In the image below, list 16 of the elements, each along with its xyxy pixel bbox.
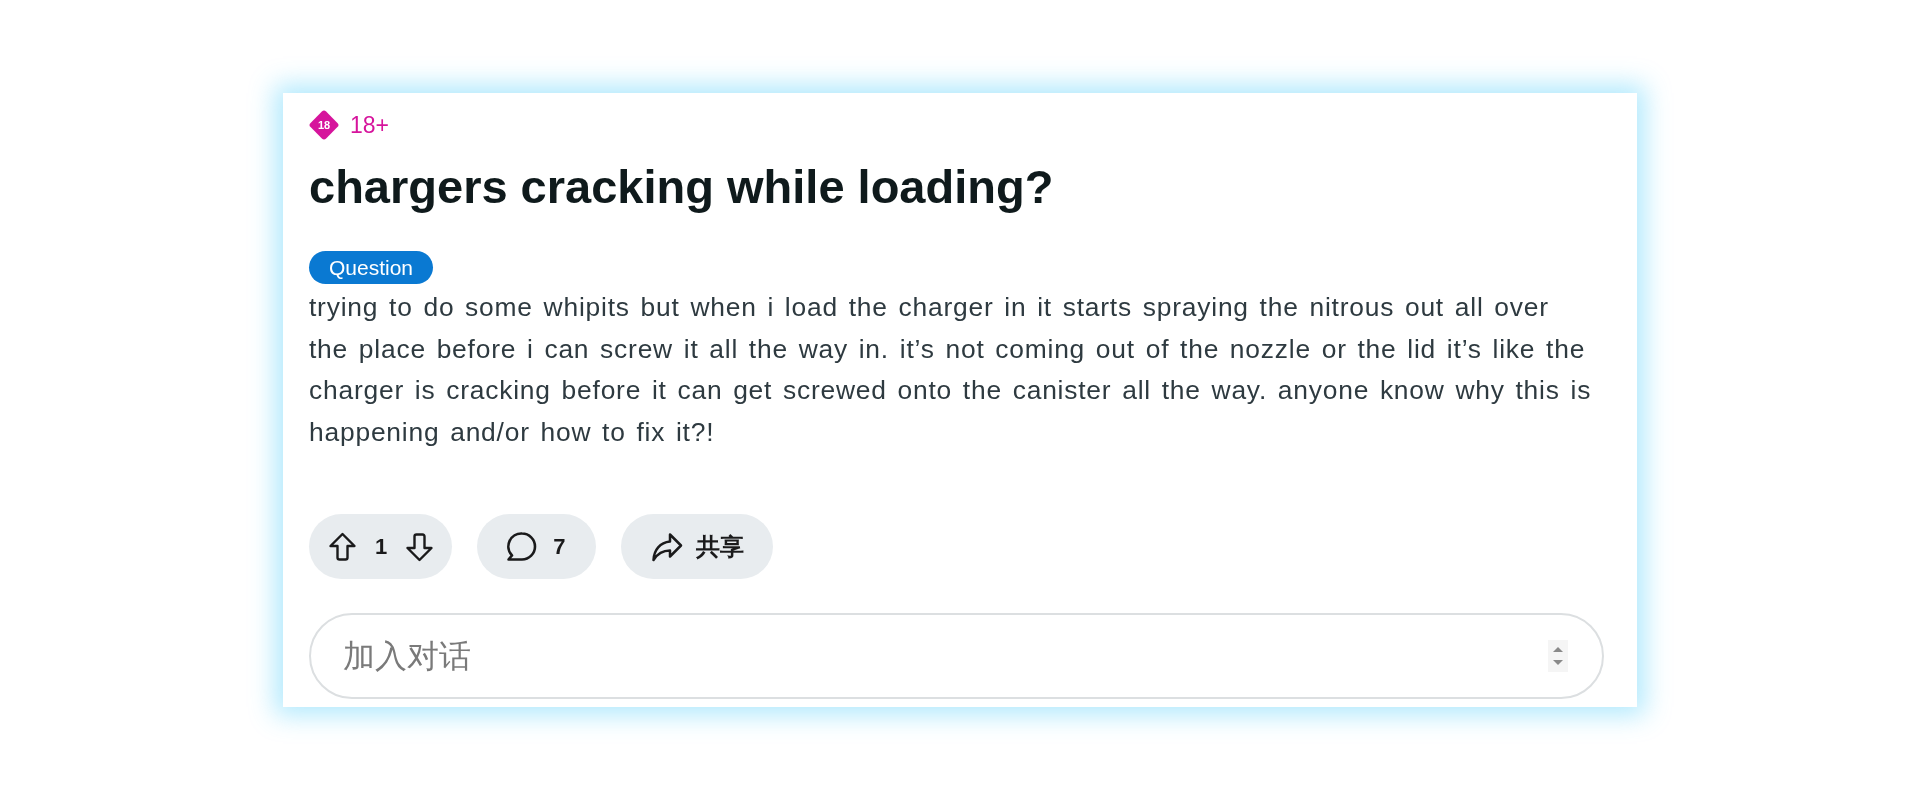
age-rating-badge: 18 <box>309 110 339 140</box>
flair-tag[interactable]: Question <box>309 251 434 284</box>
speech-bubble-icon <box>505 530 539 563</box>
vote-score: 1 <box>375 533 388 562</box>
up-arrow-icon <box>328 531 357 562</box>
upvote-button[interactable] <box>328 531 357 562</box>
downvote-button[interactable] <box>405 531 435 562</box>
share-arrow-icon <box>650 531 683 562</box>
post-title: chargers cracking while loading? <box>309 159 1054 214</box>
comment-input-field[interactable]: 加入对话 <box>309 613 1604 700</box>
age-rating-label: 18+ <box>350 111 389 140</box>
share-button[interactable]: 共享 <box>620 514 773 580</box>
scroll-arrows-icon[interactable] <box>1548 640 1568 673</box>
down-arrow-icon <box>405 531 435 562</box>
comments-button[interactable]: 7 <box>477 514 596 580</box>
post-body-text: trying to do some whipits but when i load the charger in it starts spraying the nitrous out all over the place before i can screw it all the way in. it’s not coming out of the nozzle or the lid it’s like the charger is cracking before it can get screwed onto the canister all the way. anyone know why this is happening and/or how to fix it?! <box>309 291 1593 449</box>
